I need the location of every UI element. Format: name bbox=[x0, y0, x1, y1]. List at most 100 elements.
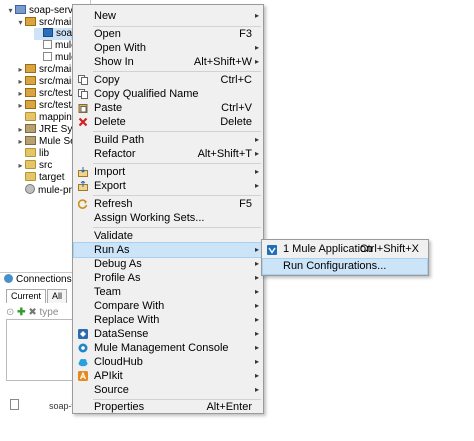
mule-management-console-icon bbox=[78, 343, 88, 353]
menu-item-show-in[interactable]: Show In Alt+Shift+W ▸ bbox=[74, 55, 262, 69]
run-as-submenu: 1 Mule Application Ctrl+Shift+X Run Conf… bbox=[261, 239, 429, 276]
menu-item-properties[interactable]: Properties Alt+Enter bbox=[74, 400, 262, 414]
export-icon bbox=[78, 181, 88, 191]
menu-item-replace-with[interactable]: Replace With ▸ bbox=[74, 313, 262, 327]
tree-row-library[interactable]: ▸ Mule Ser bbox=[16, 136, 79, 148]
tree-label: src/test/ bbox=[39, 100, 75, 111]
expand-arrow-icon[interactable]: ▸ bbox=[16, 160, 25, 172]
menu-item-mule-management-console[interactable]: Mule Management Console ▸ bbox=[74, 341, 262, 355]
submenu-arrow-icon: ▸ bbox=[254, 371, 259, 380]
menu-item-team[interactable]: Team ▸ bbox=[74, 285, 262, 299]
mule-application-icon bbox=[267, 245, 277, 255]
tab-current[interactable]: Current bbox=[6, 289, 47, 303]
tree-row-folder[interactable]: ▸ src/test/ bbox=[16, 100, 74, 112]
tree-label: src bbox=[39, 160, 53, 171]
context-menu: New ▸ Open F3 Open With ▸ Show In Alt+Sh… bbox=[72, 4, 264, 414]
menu-item-label: Validate bbox=[94, 230, 133, 242]
filter-input[interactable]: type bbox=[40, 307, 59, 318]
folder-icon bbox=[25, 160, 36, 169]
library-icon bbox=[25, 124, 36, 133]
tree-row-folder[interactable]: ▸ src/main bbox=[16, 64, 77, 76]
menu-item-compare-with[interactable]: Compare With ▸ bbox=[74, 299, 262, 313]
connections-tabs: Current All bbox=[6, 289, 68, 303]
tree-row-file[interactable]: mule bbox=[34, 52, 77, 64]
expand-arrow-icon[interactable]: ▸ bbox=[16, 64, 25, 76]
copy-qualified-name-icon bbox=[78, 89, 88, 99]
menu-item-label: Open With bbox=[94, 42, 146, 54]
submenu-arrow-icon: ▸ bbox=[254, 329, 259, 338]
settings-icon[interactable]: ⊙ bbox=[6, 307, 14, 318]
menu-item-label: DataSense bbox=[94, 328, 149, 340]
expand-arrow-icon[interactable]: ▸ bbox=[16, 124, 25, 136]
file-icon bbox=[43, 40, 52, 49]
submenu-arrow-icon: ▸ bbox=[254, 135, 259, 144]
apikit-icon bbox=[78, 371, 88, 381]
status-icon bbox=[10, 399, 19, 410]
menu-item-profile-as[interactable]: Profile As ▸ bbox=[74, 271, 262, 285]
menu-item-label: Profile As bbox=[94, 272, 141, 284]
tree-row-folder[interactable]: target bbox=[16, 172, 65, 184]
tree-row-config[interactable]: mule-pro bbox=[16, 184, 77, 196]
tree-row-folder[interactable]: ▸ src/test/ bbox=[16, 88, 74, 100]
menu-item-source[interactable]: Source ▸ bbox=[74, 383, 262, 397]
menu-item-run-as[interactable]: Run As ▸ bbox=[73, 242, 263, 258]
menu-item-refactor[interactable]: Refactor Alt+Shift+T ▸ bbox=[74, 147, 262, 161]
submenu-arrow-icon: ▸ bbox=[254, 315, 259, 324]
tree-row-folder[interactable]: mapping bbox=[16, 112, 77, 124]
submenu-arrow-icon: ▸ bbox=[254, 57, 259, 66]
expand-arrow-icon[interactable]: ▸ bbox=[16, 76, 25, 88]
project-icon bbox=[15, 5, 26, 14]
menu-item-label: Show In bbox=[94, 56, 134, 68]
expand-arrow-icon[interactable]: ▸ bbox=[16, 100, 25, 112]
menu-item-debug-as[interactable]: Debug As ▸ bbox=[74, 257, 262, 271]
menu-item-copy[interactable]: Copy Ctrl+C bbox=[74, 73, 262, 87]
menu-item-copy-qualified-name[interactable]: Copy Qualified Name bbox=[74, 87, 262, 101]
expand-arrow-icon[interactable]: ▸ bbox=[16, 88, 25, 100]
menu-item-import[interactable]: Import ▸ bbox=[74, 165, 262, 179]
menu-separator bbox=[93, 131, 261, 132]
tab-all[interactable]: All bbox=[47, 289, 68, 303]
menu-item-label: Refactor bbox=[94, 148, 136, 160]
menu-item-delete[interactable]: Delete Delete bbox=[74, 115, 262, 129]
menu-item-open-with[interactable]: Open With ▸ bbox=[74, 41, 262, 55]
menu-item-label: Paste bbox=[94, 102, 123, 114]
menu-item-build-path[interactable]: Build Path ▸ bbox=[74, 133, 262, 147]
menu-item-open[interactable]: Open F3 bbox=[74, 27, 262, 41]
folder-icon bbox=[25, 112, 36, 121]
refresh-icon bbox=[78, 199, 88, 209]
tree-row-folder[interactable]: lib bbox=[16, 148, 49, 160]
import-icon bbox=[78, 167, 88, 177]
menu-item-label: Assign Working Sets... bbox=[94, 212, 205, 224]
tree-row-folder[interactable]: ▸ src/main bbox=[16, 76, 77, 88]
menu-separator bbox=[93, 163, 261, 164]
delete-icon bbox=[78, 117, 88, 127]
tree-row-file[interactable]: mule bbox=[34, 40, 77, 52]
menu-item-assign-working-sets[interactable]: Assign Working Sets... bbox=[74, 211, 262, 225]
menu-item-label: Properties bbox=[94, 401, 145, 413]
expand-arrow-icon[interactable]: ▾ bbox=[16, 17, 25, 29]
tree-row-folder[interactable]: ▸ src bbox=[16, 160, 52, 172]
submenu-item-mule-application[interactable]: 1 Mule Application Ctrl+Shift+X bbox=[263, 242, 427, 257]
submenu-arrow-icon: ▸ bbox=[254, 287, 259, 296]
menu-item-label: Open bbox=[94, 28, 121, 40]
menu-item-export[interactable]: Export ▸ bbox=[74, 179, 262, 193]
add-icon[interactable]: ✚ bbox=[17, 307, 25, 318]
copy-icon bbox=[78, 75, 88, 85]
submenu-item-run-configurations[interactable]: Run Configurations... bbox=[262, 258, 428, 275]
expand-arrow-icon[interactable]: ▾ bbox=[6, 5, 15, 17]
tree-label: target bbox=[39, 172, 65, 183]
paste-icon bbox=[78, 104, 88, 113]
menu-item-new[interactable]: New ▸ bbox=[74, 9, 262, 23]
folder-icon bbox=[25, 76, 36, 85]
remove-icon[interactable]: ✖ bbox=[28, 307, 36, 318]
menu-item-refresh[interactable]: Refresh F5 bbox=[74, 197, 262, 211]
menu-item-datasense[interactable]: DataSense ▸ bbox=[74, 327, 262, 341]
expand-arrow-icon[interactable]: ▸ bbox=[16, 136, 25, 148]
menu-item-accel: Alt+Shift+T bbox=[197, 148, 252, 160]
menu-item-apikit[interactable]: APIkit ▸ bbox=[74, 369, 262, 383]
menu-item-paste[interactable]: Paste Ctrl+V bbox=[74, 101, 262, 115]
menu-item-label: Export bbox=[94, 180, 126, 192]
menu-item-cloudhub[interactable]: CloudHub ▸ bbox=[74, 355, 262, 369]
menu-item-label: Replace With bbox=[94, 314, 160, 326]
menu-item-validate[interactable]: Validate bbox=[74, 229, 262, 243]
